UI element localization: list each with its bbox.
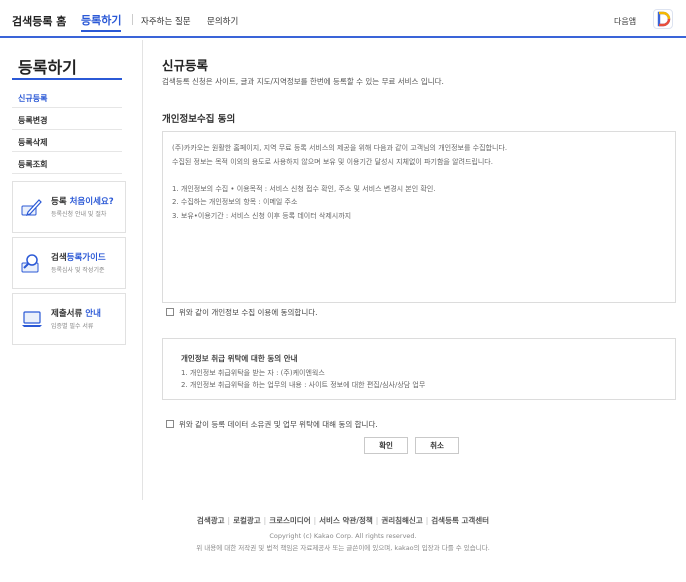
sidebar: 등록하기 신규등록 등록변경 등록삭제 등록조회 등록 처음이세요? 등록신청 … <box>0 40 143 500</box>
privacy-consent-checkbox[interactable]: 위와 같이 개인정보 수집 이용에 동의합니다. <box>166 307 318 318</box>
sidebar-item-delete-registration[interactable]: 등록삭제 <box>18 137 47 148</box>
promo-required-documents[interactable]: 제출서류 안내 입증별 필수 서류 <box>12 293 126 345</box>
promo-title-highlight: 등록가이드 <box>66 253 106 263</box>
privacy-line <box>172 169 666 183</box>
sidebar-item-new-registration[interactable]: 신규등록 <box>18 93 47 104</box>
nav-divider <box>132 14 133 25</box>
promo-title: 검색등록가이드 <box>51 251 106 263</box>
promo-title: 등록 처음이세요? <box>51 195 114 207</box>
sidebar-item-modify-registration[interactable]: 등록변경 <box>18 115 47 126</box>
faq-link[interactable]: 자주하는 질문 <box>141 15 191 27</box>
page-title: 신규등록 <box>162 58 209 73</box>
promo-subtitle: 등록신청 안내 및 절차 <box>51 211 107 218</box>
footer-divider: | <box>313 516 317 525</box>
divider <box>12 129 122 130</box>
footer-link-local-ads[interactable]: 로컬광고 <box>233 516 261 525</box>
footer: 검색광고 | 로컬광고 | 크로스미디어 | 서비스 약관/정책 | 권리침해신고 | 검색등록 고… <box>0 515 686 552</box>
section-title: 개인정보수집 동의 <box>162 114 236 125</box>
promo-subtitle: 등록심사 및 작성기준 <box>51 267 105 274</box>
footer-link-rights-report[interactable]: 권리침해신고 <box>381 516 422 525</box>
promo-title-highlight: 처음이세요? <box>69 197 114 207</box>
footer-divider: | <box>425 516 429 525</box>
checkbox-box[interactable] <box>166 308 174 316</box>
copyright: Copyright (c) Kakao Corp. All rights res… <box>269 532 417 540</box>
privacy-policy-box[interactable]: (주)카카오는 원활한 홈페이지, 지역 무료 등록 서비스의 제공을 위해 다… <box>162 131 676 303</box>
privacy-line: 3. 보유•이용기간 : 서비스 신청 이후 등록 데이터 삭제시까지 <box>172 211 352 220</box>
tab-register[interactable]: 등록하기 <box>81 12 122 32</box>
daum-logo-icon[interactable] <box>653 9 673 29</box>
magnifier-icon <box>20 251 44 275</box>
sidebar-title: 등록하기 <box>18 58 77 77</box>
promo-title: 제출서류 안내 <box>51 307 101 319</box>
footer-divider: | <box>227 516 231 525</box>
footer-link-support-center[interactable]: 검색등록 고객센터 <box>431 516 489 525</box>
entrust-title: 개인정보 취급 위탁에 대한 동의 안내 <box>181 354 298 363</box>
promo-registration-guide[interactable]: 검색등록가이드 등록심사 및 작성기준 <box>12 237 126 289</box>
page-description: 검색등록 신청은 사이트, 글과 지도/지역정보를 한번에 등록할 수 있는 무… <box>162 77 444 86</box>
footer-divider: | <box>263 516 267 525</box>
promo-title-text: 제출서류 <box>51 309 86 319</box>
top-navigation: 검색등록 홈 등록하기 자주하는 질문 문의하기 다음앱 <box>0 0 686 38</box>
privacy-line: 1. 개인정보의 수집 • 이용목적 : 서비스 신청 접수 확인, 주소 및 … <box>172 184 436 193</box>
promo-subtitle: 입증별 필수 서류 <box>51 323 94 330</box>
promo-title-text: 등록 <box>51 197 70 207</box>
sidebar-item-lookup-registration[interactable]: 등록조회 <box>18 159 47 170</box>
promo-first-time[interactable]: 등록 처음이세요? 등록신청 안내 및 절차 <box>12 181 126 233</box>
sidebar-title-underline <box>12 78 122 80</box>
daum-app-link[interactable]: 다음앱 <box>614 16 636 27</box>
entrust-consent-label: 위와 같이 등록 데이터 소유권 및 업무 위탁에 대해 동의 합니다. <box>179 420 378 429</box>
checkbox-box[interactable] <box>166 420 174 428</box>
divider <box>12 151 122 152</box>
pencil-icon <box>20 195 44 219</box>
footer-link-cross-media[interactable]: 크로스미디어 <box>269 516 310 525</box>
footer-link-search-ads[interactable]: 검색광고 <box>197 516 225 525</box>
confirm-button[interactable]: 확인 <box>364 437 408 454</box>
divider <box>12 173 122 174</box>
promo-title-text: 검색 <box>51 253 67 263</box>
brand-home-link[interactable]: 검색등록 홈 <box>12 13 66 29</box>
contact-link[interactable]: 문의하기 <box>207 15 238 27</box>
cancel-button[interactable]: 취소 <box>415 437 459 454</box>
privacy-line: 수집된 정보는 목적 이외의 용도로 사용하지 않으며 보유 및 이용기간 달성… <box>172 157 493 166</box>
disclaimer: 위 내용에 대한 저작권 및 법적 책임은 자료제공사 또는 글쓴이에 있으며,… <box>196 544 490 552</box>
footer-divider: | <box>375 516 379 525</box>
entrust-consent-checkbox[interactable]: 위와 같이 등록 데이터 소유권 및 업무 위탁에 대해 동의 합니다. <box>166 419 378 430</box>
entrust-info-box: 개인정보 취급 위탁에 대한 동의 안내 1. 개인정보 취급위탁을 받는 자 … <box>162 338 676 400</box>
daum-logo-svg <box>657 11 671 27</box>
laptop-icon <box>20 307 44 331</box>
privacy-line: (주)카카오는 원활한 홈페이지, 지역 무료 등록 서비스의 제공을 위해 다… <box>172 144 508 152</box>
entrust-line: 1. 개인정보 취급위탁을 받는 자 : (주)케이엔웍스 <box>181 369 325 377</box>
footer-links: 검색광고 | 로컬광고 | 크로스미디어 | 서비스 약관/정책 | 권리침해신고 | 검색등록 고… <box>0 515 686 526</box>
privacy-line: 2. 수집하는 개인정보의 항목 : 이메일 주소 <box>172 198 298 206</box>
promo-title-highlight: 안내 <box>85 309 101 319</box>
footer-link-terms[interactable]: 서비스 약관/정책 <box>319 516 373 525</box>
divider <box>12 107 122 108</box>
privacy-consent-label: 위와 같이 개인정보 수집 이용에 동의합니다. <box>179 308 318 317</box>
entrust-line: 2. 개인정보 취급위탁을 하는 업무의 내용 : 사이트 정보에 대한 편집/… <box>181 381 426 389</box>
